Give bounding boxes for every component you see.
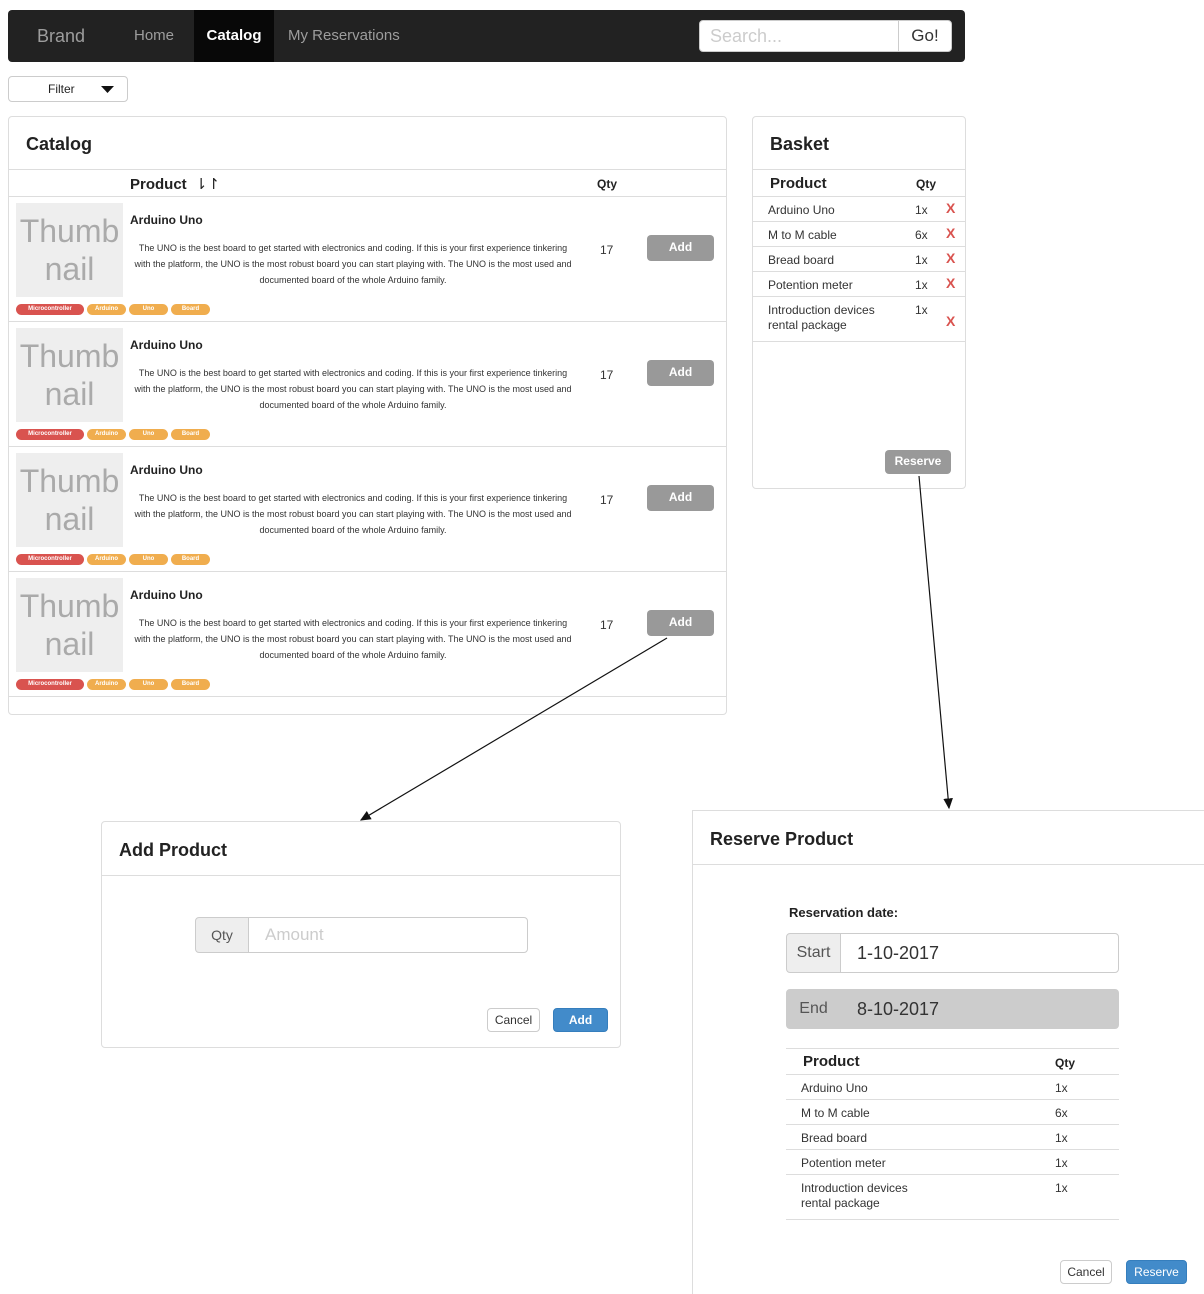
reserve-product: Arduino Uno <box>801 1081 868 1095</box>
reserve-row: Arduino Uno 1x <box>786 1075 1119 1100</box>
reserve-product: Potention meter <box>801 1156 886 1170</box>
arrow-reserve-to-modal <box>918 475 953 810</box>
add-confirm-button[interactable]: Add <box>553 1008 608 1032</box>
add-product-modal: Add Product Qty Amount Cancel Add <box>101 821 621 1048</box>
qty-addon: Qty <box>195 917 249 953</box>
reserve-qty: 1x <box>1055 1181 1068 1195</box>
divider <box>786 1219 1119 1220</box>
reserve-row: Introduction devices rental package 1x <box>786 1175 1119 1220</box>
add-modal-title: Add Product <box>119 840 227 860</box>
arrow-add-to-modal <box>359 637 668 821</box>
reserve-col-product: Product <box>803 1053 860 1070</box>
reserve-confirm-button[interactable]: Reserve <box>1126 1260 1187 1284</box>
reserve-row: Potention meter 1x <box>786 1150 1119 1175</box>
reserve-col-qty: Qty <box>1055 1056 1076 1070</box>
reserve-qty: 1x <box>1055 1131 1068 1145</box>
reservation-date-label: Reservation date: <box>789 905 899 920</box>
reserve-qty: 6x <box>1055 1106 1068 1120</box>
reserve-qty: 1x <box>1055 1081 1068 1095</box>
cancel-button[interactable]: Cancel <box>1060 1260 1112 1284</box>
reserve-modal-title: Reserve Product <box>710 829 854 849</box>
end-date-input[interactable]: 8-10-2017 <box>840 989 1119 1029</box>
reserve-product: Introduction devices rental package <box>801 1181 908 1210</box>
divider <box>102 875 620 876</box>
start-date-input[interactable]: 1-10-2017 <box>840 933 1119 973</box>
reserve-row: M to M cable 6x <box>786 1100 1119 1125</box>
end-addon: End <box>786 989 841 1029</box>
reserve-product: Bread board <box>801 1131 868 1145</box>
reserve-product-modal: Reserve Product Reservation date: Start … <box>692 810 1204 1294</box>
amount-input[interactable]: Amount <box>248 917 528 953</box>
cancel-button[interactable]: Cancel <box>487 1008 540 1032</box>
divider <box>693 864 1204 865</box>
start-addon: Start <box>786 933 841 973</box>
divider <box>786 1048 1119 1049</box>
reserve-qty: 1x <box>1055 1156 1068 1170</box>
reserve-product: M to M cable <box>801 1106 870 1120</box>
reserve-row: Bread board 1x <box>786 1125 1119 1150</box>
